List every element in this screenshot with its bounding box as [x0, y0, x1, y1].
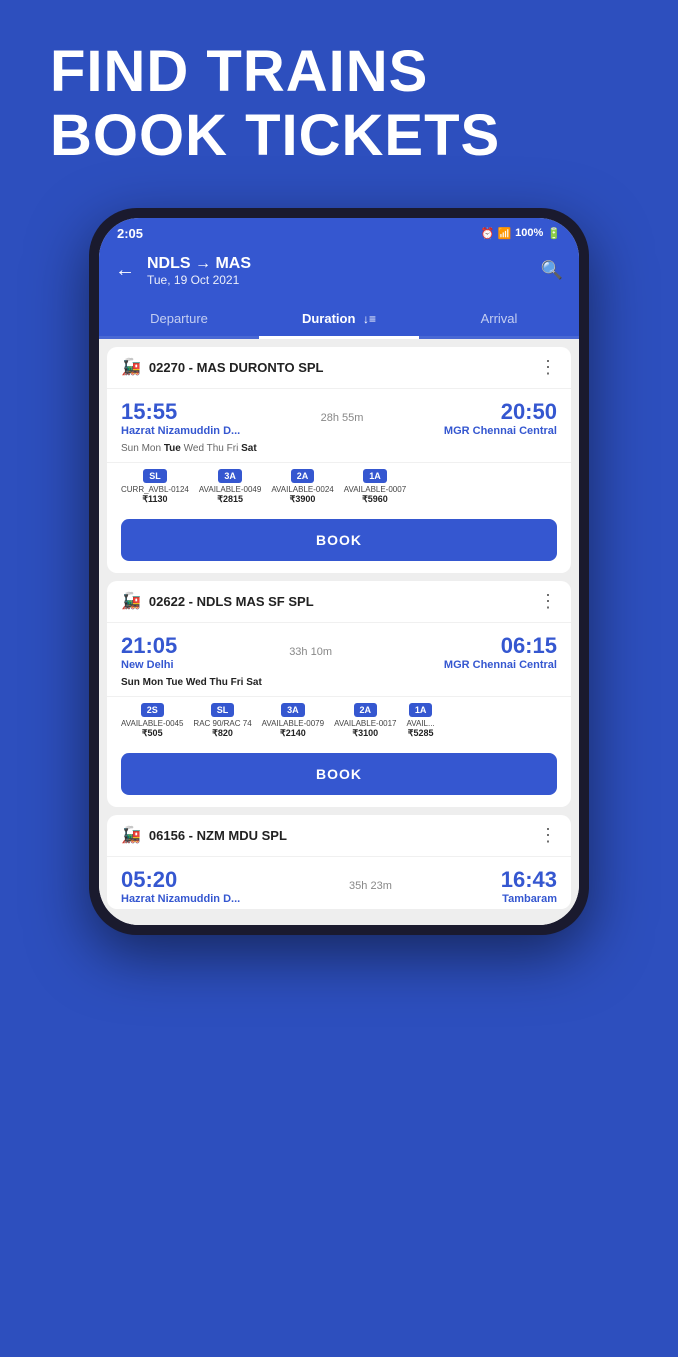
nav-bar: ← NDLS → MAS Tue, 19 Oct 2021 🔍 [99, 245, 579, 301]
day-sat-2: Sat [246, 677, 262, 688]
day-fri-2: Fri [231, 677, 247, 688]
tab-duration[interactable]: Duration ↓≡ [259, 301, 419, 339]
status-time: 2:05 [117, 226, 143, 241]
status-right: ⏰ 📶 100% 🔋 [481, 227, 561, 240]
route-title: NDLS → MAS [147, 255, 529, 273]
dep-time-3: 05:20 [121, 867, 240, 893]
phone-mockup: 2:05 ⏰ 📶 100% 🔋 ← NDLS → MAS Tue, 19 Oct… [0, 198, 678, 975]
train-header-2: 🚂 02622 - NDLS MAS SF SPL ⋮ [107, 581, 571, 623]
class-sl-2[interactable]: SL RAC 90/RAC 74 ₹820 [193, 703, 251, 739]
class-3a-1[interactable]: 3A AVAILABLE-0049 ₹2815 [199, 469, 261, 505]
hero-section: FIND TRAINS BOOK TICKETS [0, 0, 678, 198]
class-1a-2[interactable]: 1A AVAIL... ₹5285 [407, 703, 435, 739]
tab-departure[interactable]: Departure [99, 301, 259, 336]
phone-outer: 2:05 ⏰ 📶 100% 🔋 ← NDLS → MAS Tue, 19 Oct… [89, 208, 589, 935]
class-1a-1[interactable]: 1A AVAILABLE-0007 ₹5960 [344, 469, 406, 505]
duration-3: 35h 23m [349, 880, 392, 892]
train-card-2: 🚂 02622 - NDLS MAS SF SPL ⋮ 21:05 New De… [107, 581, 571, 807]
day-sun-2: Sun [121, 677, 143, 688]
arr-station-3: Tambaram [502, 893, 557, 905]
hero-line1: FIND TRAINS [50, 39, 428, 104]
train-timing-2: 21:05 New Delhi 33h 10m 06:15 MGR Chenna… [107, 623, 571, 675]
dep-time-2: 21:05 [121, 633, 177, 659]
train-card-3: 🚂 06156 - NZM MDU SPL ⋮ 05:20 Hazrat Niz… [107, 815, 571, 909]
arr-col-3: 16:43 Tambaram [501, 867, 557, 905]
day-tue-1: Tue [164, 443, 184, 454]
train-header-1: 🚂 02270 - MAS DURONTO SPL ⋮ [107, 347, 571, 389]
train-card-1: 🚂 02270 - MAS DURONTO SPL ⋮ 15:55 Hazrat… [107, 347, 571, 573]
status-icons: ⏰ 📶 [481, 227, 511, 240]
sort-tabs: Departure Duration ↓≡ Arrival [99, 301, 579, 339]
days-row-2: Sun Mon Tue Wed Thu Fri Sat [107, 675, 571, 696]
classes-row-2: 2S AVAILABLE-0045 ₹505 SL RAC 90/RAC 74 … [107, 696, 571, 745]
day-thu-2: Thu [210, 677, 231, 688]
trains-list: 🚂 02270 - MAS DURONTO SPL ⋮ 15:55 Hazrat… [99, 339, 579, 925]
day-fri-1: Fri [227, 443, 241, 454]
sort-icon: ↓≡ [363, 312, 376, 326]
class-sl-1[interactable]: SL CURR_AVBL-0124 ₹1130 [121, 469, 189, 505]
train-icon-2: 🚂 [121, 591, 141, 611]
train-name-1: 02270 - MAS DURONTO SPL [149, 360, 539, 375]
tab-arrival[interactable]: Arrival [419, 301, 579, 336]
dep-time-1: 15:55 [121, 399, 240, 425]
duration-1: 28h 55m [321, 412, 364, 424]
search-button[interactable]: 🔍 [541, 260, 563, 281]
arr-time-1: 20:50 [501, 399, 557, 425]
day-mon-1: Mon [142, 443, 164, 454]
arr-station-1: MGR Chennai Central [444, 425, 557, 437]
arr-time-2: 06:15 [501, 633, 557, 659]
phone-inner: 2:05 ⏰ 📶 100% 🔋 ← NDLS → MAS Tue, 19 Oct… [99, 218, 579, 925]
train-icon-1: 🚂 [121, 357, 141, 377]
dep-col-3: 05:20 Hazrat Nizamuddin D... [121, 867, 240, 905]
battery-icon: 🔋 [547, 227, 561, 240]
arr-col-1: 20:50 MGR Chennai Central [444, 399, 557, 437]
nav-title: NDLS → MAS Tue, 19 Oct 2021 [147, 255, 529, 287]
dep-station-1: Hazrat Nizamuddin D... [121, 425, 240, 437]
status-battery: 100% [515, 227, 543, 239]
train-name-2: 02622 - NDLS MAS SF SPL [149, 594, 539, 609]
class-2a-2[interactable]: 2A AVAILABLE-0017 ₹3100 [334, 703, 396, 739]
day-thu-1: Thu [207, 443, 227, 454]
class-2s-2[interactable]: 2S AVAILABLE-0045 ₹505 [121, 703, 183, 739]
day-tue-2: Tue [166, 677, 186, 688]
day-wed-1: Wed [184, 443, 207, 454]
train-timing-3: 05:20 Hazrat Nizamuddin D... 35h 23m 16:… [107, 857, 571, 909]
arr-col-2: 06:15 MGR Chennai Central [444, 633, 557, 671]
dep-station-2: New Delhi [121, 659, 177, 671]
dep-station-3: Hazrat Nizamuddin D... [121, 893, 240, 905]
hero-line2: BOOK TICKETS [50, 103, 500, 168]
tab-arrival-label: Arrival [481, 311, 518, 326]
tab-duration-label: Duration [302, 311, 355, 326]
more-options-3[interactable]: ⋮ [539, 825, 557, 846]
book-button-1[interactable]: BOOK [121, 519, 557, 561]
dep-col-2: 21:05 New Delhi [121, 633, 177, 671]
more-options-1[interactable]: ⋮ [539, 357, 557, 378]
arr-time-3: 16:43 [501, 867, 557, 893]
train-timing-1: 15:55 Hazrat Nizamuddin D... 28h 55m 20:… [107, 389, 571, 441]
day-sun-1: Sun [121, 443, 142, 454]
class-3a-2[interactable]: 3A AVAILABLE-0079 ₹2140 [262, 703, 324, 739]
travel-date: Tue, 19 Oct 2021 [147, 273, 529, 287]
day-sat-1: Sat [241, 443, 257, 454]
tab-departure-label: Departure [150, 311, 208, 326]
train-icon-3: 🚂 [121, 825, 141, 845]
book-button-2[interactable]: BOOK [121, 753, 557, 795]
hero-title: FIND TRAINS BOOK TICKETS [50, 40, 628, 168]
back-button[interactable]: ← [115, 259, 135, 282]
day-wed-2: Wed [186, 677, 210, 688]
dep-col-1: 15:55 Hazrat Nizamuddin D... [121, 399, 240, 437]
day-mon-2: Mon [143, 677, 166, 688]
classes-row-1: SL CURR_AVBL-0124 ₹1130 3A AVAILABLE-004… [107, 462, 571, 511]
duration-2: 33h 10m [289, 646, 332, 658]
arr-station-2: MGR Chennai Central [444, 659, 557, 671]
status-bar: 2:05 ⏰ 📶 100% 🔋 [99, 218, 579, 245]
more-options-2[interactable]: ⋮ [539, 591, 557, 612]
train-header-3: 🚂 06156 - NZM MDU SPL ⋮ [107, 815, 571, 857]
train-name-3: 06156 - NZM MDU SPL [149, 828, 539, 843]
days-row-1: Sun Mon Tue Wed Thu Fri Sat [107, 441, 571, 462]
class-2a-1[interactable]: 2A AVAILABLE-0024 ₹3900 [271, 469, 333, 505]
